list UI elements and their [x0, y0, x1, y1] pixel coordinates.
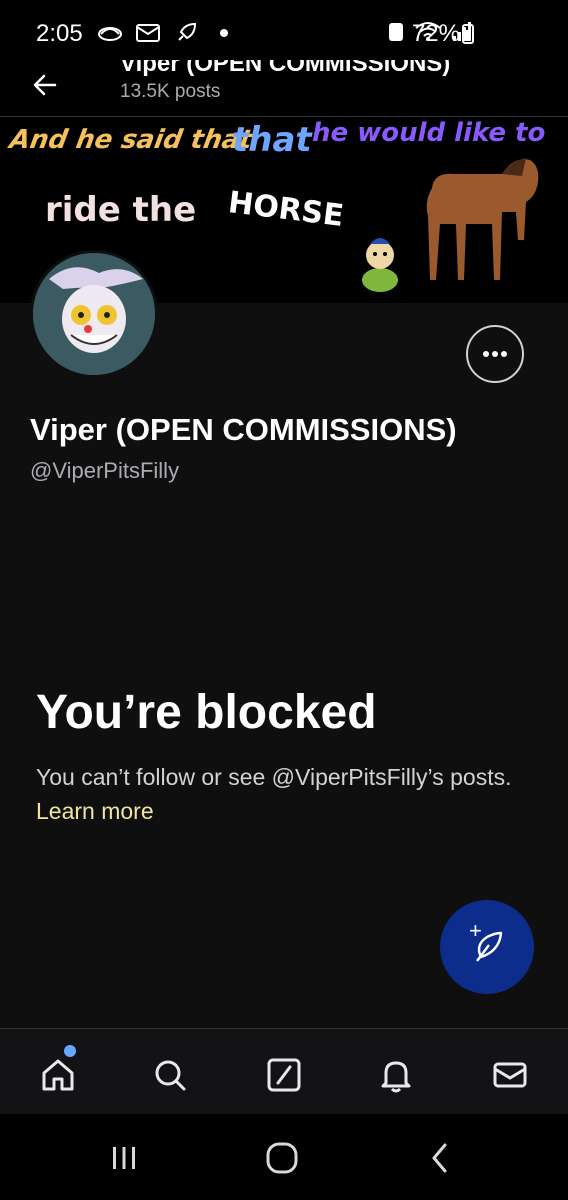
- blocked-message: You can’t follow or see @ViperPitsFilly’…: [36, 760, 526, 828]
- horse-image: [426, 158, 539, 280]
- profile-header: Viper (OPEN COMMISSIONS) 13.5K posts: [0, 60, 568, 117]
- profile-handle: @ViperPitsFilly: [30, 458, 180, 483]
- status-icons-left: [96, 18, 238, 48]
- bell-icon: [381, 1061, 411, 1093]
- battery-icon: [462, 24, 474, 44]
- learn-more-link[interactable]: Learn more: [36, 798, 154, 824]
- search-icon: [155, 1060, 186, 1091]
- posts-count: 13.5K posts: [120, 81, 221, 102]
- ellipsis-icon: [483, 351, 507, 357]
- grok-icon: [267, 1058, 301, 1092]
- dot-icon: [210, 21, 238, 45]
- recent-apps-button[interactable]: [96, 1136, 152, 1180]
- plus-icon: +: [469, 918, 482, 943]
- envelope-icon: [493, 1062, 527, 1088]
- mail-icon: [134, 21, 162, 45]
- nav-grok[interactable]: [254, 1045, 314, 1105]
- battery-text: 72%: [411, 20, 460, 47]
- cloud-icon: [96, 21, 124, 45]
- home-icon: [42, 1059, 74, 1091]
- home-button-icon: [266, 1142, 298, 1174]
- recycle-icon: [388, 20, 404, 47]
- compose-post-button[interactable]: +: [440, 900, 534, 994]
- banner-text: ride the: [45, 190, 197, 230]
- blocked-title: You’re blocked: [36, 686, 377, 739]
- profile-name: Viper (OPEN COMMISSIONS): [30, 412, 457, 447]
- status-time: 2:05: [36, 20, 83, 47]
- recents-icon: [113, 1147, 135, 1169]
- bottom-navigation: [0, 1028, 568, 1115]
- more-options-button[interactable]: [466, 325, 524, 383]
- profile-avatar[interactable]: [30, 250, 158, 378]
- rocket-icon: [172, 21, 200, 45]
- nav-search[interactable]: [140, 1045, 200, 1105]
- nav-messages[interactable]: [480, 1045, 540, 1105]
- system-back-button[interactable]: [412, 1136, 468, 1180]
- blocked-message-text: You can’t follow or see @ViperPitsFilly’…: [36, 764, 512, 790]
- back-arrow-icon: [33, 74, 57, 96]
- banner-text: that: [232, 120, 312, 160]
- nav-notifications[interactable]: [366, 1045, 426, 1105]
- avatar-image: [33, 253, 155, 375]
- system-navigation-bar: [0, 1114, 568, 1200]
- nav-home[interactable]: [28, 1045, 88, 1105]
- system-home-button[interactable]: [254, 1136, 310, 1180]
- home-notification-dot: [64, 1045, 76, 1057]
- status-bar: 2:05 72%: [0, 0, 568, 60]
- banner-text: And he said that: [7, 125, 255, 155]
- back-button[interactable]: [26, 66, 64, 104]
- chevron-left-icon: [432, 1143, 447, 1173]
- character-image: [362, 238, 398, 292]
